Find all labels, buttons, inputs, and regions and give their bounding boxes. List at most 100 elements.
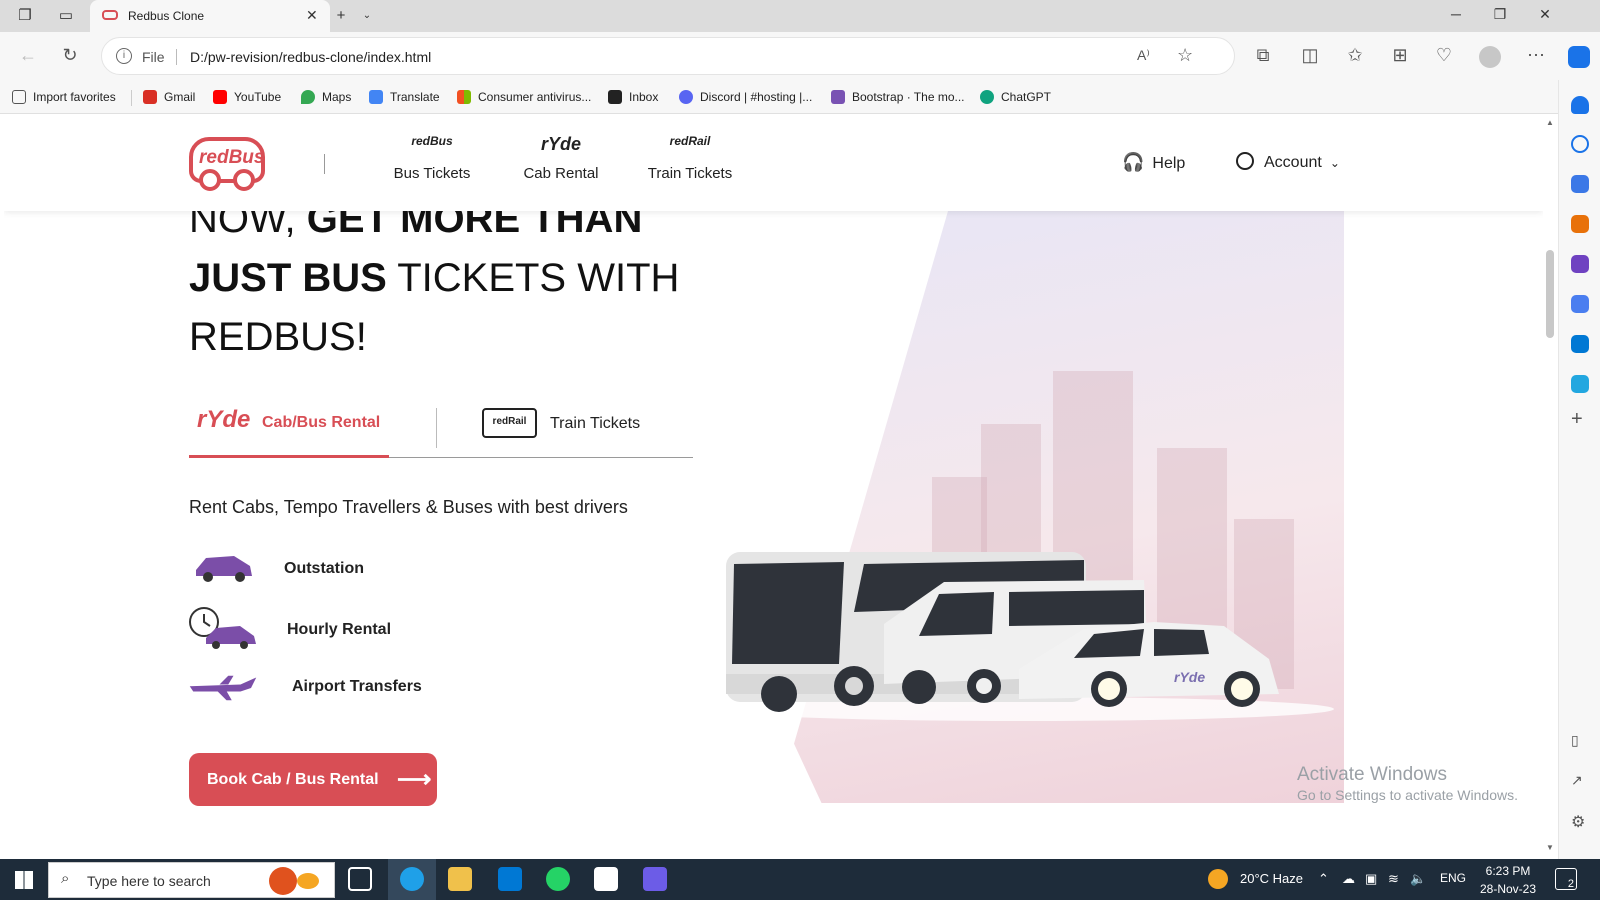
app-icon[interactable] bbox=[643, 867, 667, 891]
add-sidebar-app-icon[interactable]: + bbox=[1571, 408, 1583, 431]
shopping-icon[interactable] bbox=[1571, 175, 1589, 193]
read-aloud-icon[interactable]: A⁾ bbox=[1137, 47, 1150, 64]
option-hourly-rental[interactable]: Hourly Rental bbox=[287, 621, 391, 639]
help-label: Help bbox=[1152, 155, 1186, 172]
car-icon bbox=[196, 556, 252, 582]
notifications-icon[interactable] bbox=[1571, 96, 1589, 114]
tab-divider bbox=[436, 408, 437, 448]
workspaces-icon[interactable]: ❐ bbox=[16, 7, 34, 25]
nav-label: Bus Tickets bbox=[393, 165, 471, 182]
sidebar-settings-icon[interactable]: ⚙ bbox=[1571, 812, 1585, 832]
nav-bus-tickets[interactable]: redBus Bus Tickets bbox=[387, 134, 477, 182]
outlook-icon[interactable] bbox=[1571, 335, 1589, 353]
new-tab-icon[interactable]: + bbox=[332, 7, 350, 25]
browser-tab[interactable]: Redbus Clone ✕ bbox=[90, 0, 330, 32]
bookmark-discord[interactable]: Discord | #hosting |... bbox=[679, 88, 812, 106]
search-icon[interactable] bbox=[1571, 135, 1589, 153]
sidebar-layout-icon[interactable]: ▯ bbox=[1571, 732, 1579, 749]
scroll-up-icon[interactable]: ▲ bbox=[1546, 118, 1554, 127]
inbox-icon bbox=[608, 90, 622, 104]
info-icon[interactable]: i bbox=[116, 48, 132, 64]
copilot-icon[interactable] bbox=[1568, 46, 1590, 68]
bookmark-chatgpt[interactable]: ChatGPT bbox=[980, 88, 1051, 106]
microsoft-store-icon[interactable] bbox=[594, 867, 618, 891]
notification-center-icon[interactable]: 2 bbox=[1555, 868, 1577, 890]
split-screen-icon[interactable]: ◫ bbox=[1298, 45, 1322, 66]
device-icon[interactable]: ▣ bbox=[1365, 871, 1377, 887]
redbus-nav-icon: redBus bbox=[411, 134, 453, 148]
url-text[interactable]: D:/pw-revision/redbus-clone/index.html bbox=[190, 49, 431, 65]
bookmark-consumer-antivirus[interactable]: Consumer antivirus... bbox=[457, 88, 591, 106]
bookmark-translate[interactable]: Translate bbox=[369, 88, 440, 106]
show-hidden-icons[interactable]: ⌃ bbox=[1318, 871, 1329, 887]
tab-close-icon[interactable]: ✕ bbox=[306, 7, 318, 24]
volume-icon[interactable]: 🔈 bbox=[1410, 871, 1426, 887]
close-window-icon[interactable]: ✕ bbox=[1535, 6, 1555, 23]
onedrive-icon[interactable]: ☁ bbox=[1342, 871, 1355, 887]
address-bar[interactable]: i File D:/pw-revision/redbus-clone/index… bbox=[101, 37, 1235, 75]
scroll-down-icon[interactable]: ▼ bbox=[1546, 843, 1554, 852]
whatsapp-icon[interactable] bbox=[546, 867, 570, 891]
tab-train-tickets[interactable] bbox=[389, 396, 693, 458]
bookmark-inbox[interactable]: Inbox bbox=[608, 88, 658, 106]
redrail-logo-icon: redRail bbox=[482, 408, 537, 438]
weather-text[interactable]: 20°C Haze bbox=[1240, 871, 1303, 886]
language-indicator[interactable]: ENG bbox=[1440, 871, 1466, 885]
bookmark-label: Import favorites bbox=[33, 90, 116, 104]
task-view-icon[interactable] bbox=[348, 867, 372, 891]
bookmark-label: YouTube bbox=[234, 90, 282, 104]
external-link-icon[interactable]: ↗ bbox=[1571, 772, 1583, 789]
page-viewport: rYde redBus redBus Bus Tickets rYde Cab … bbox=[4, 114, 1543, 859]
extensions-icon[interactable]: ⧉ bbox=[1251, 45, 1275, 66]
hero-title: NOW, GET MORE THAN JUST BUS TICKETS WITH… bbox=[189, 190, 709, 367]
browser-essentials-icon[interactable]: ♡ bbox=[1432, 45, 1456, 66]
bookmark-maps[interactable]: Maps bbox=[301, 88, 351, 106]
activate-windows-title: Activate Windows bbox=[1297, 764, 1447, 785]
tab-actions-icon[interactable]: ▭ bbox=[57, 7, 75, 25]
tab-list-chevron-icon[interactable]: ⌄ bbox=[358, 7, 376, 25]
collections-icon[interactable]: ⊞ bbox=[1388, 45, 1412, 66]
clock[interactable]: 6:23 PM 28-Nov-23 bbox=[1478, 862, 1538, 898]
bookmark-bootstrap[interactable]: Bootstrap · The mo... bbox=[831, 88, 965, 106]
page-scrollbar[interactable] bbox=[1543, 114, 1558, 859]
refresh-icon[interactable]: ↻ bbox=[58, 45, 82, 66]
microsoft-icon bbox=[457, 90, 471, 104]
games-icon[interactable] bbox=[1571, 255, 1589, 273]
taskbar-search-box[interactable]: ⌕ Type here to search bbox=[48, 862, 335, 898]
file-explorer-icon[interactable] bbox=[448, 867, 472, 891]
edge-icon bbox=[400, 867, 424, 891]
redrail-nav-icon: redRail bbox=[669, 134, 711, 148]
taskbar-edge-active[interactable] bbox=[388, 859, 436, 900]
account-dropdown[interactable]: Account ⌄ bbox=[1236, 152, 1340, 172]
scrollbar-thumb[interactable] bbox=[1546, 250, 1554, 338]
bookmark-label: Consumer antivirus... bbox=[478, 90, 592, 104]
microsoft-365-icon[interactable] bbox=[1571, 295, 1589, 313]
bookmark-youtube[interactable]: YouTube bbox=[213, 88, 281, 106]
edge-sidebar: + ▯ ↗ ⚙ bbox=[1558, 80, 1600, 859]
book-cab-bus-rental-button[interactable]: Book Cab / Bus Rental ⟶ bbox=[189, 753, 437, 806]
option-airport-transfers[interactable]: Airport Transfers bbox=[292, 678, 422, 696]
tab-title: Redbus Clone bbox=[128, 9, 205, 23]
minimize-icon[interactable]: ─ bbox=[1446, 6, 1466, 22]
weather-icon[interactable] bbox=[1208, 869, 1228, 889]
windows-start-icon[interactable] bbox=[15, 871, 33, 889]
settings-more-icon[interactable]: ⋯ bbox=[1524, 45, 1548, 66]
help-link[interactable]: 🎧 Help bbox=[1122, 152, 1185, 173]
tools-icon[interactable] bbox=[1571, 215, 1589, 233]
bookmark-import-favorites[interactable]: Import favorites bbox=[12, 88, 116, 106]
redbus-logo[interactable]: redBus bbox=[189, 137, 265, 191]
clock-car-icon bbox=[189, 607, 256, 649]
nav-cab-rental[interactable]: rYde Cab Rental bbox=[516, 134, 606, 182]
restore-icon[interactable]: ❐ bbox=[1490, 6, 1510, 23]
nav-train-tickets[interactable]: redRail Train Tickets bbox=[640, 134, 740, 182]
back-icon[interactable]: ← bbox=[16, 45, 40, 66]
drop-icon[interactable] bbox=[1571, 375, 1589, 393]
outlook-taskbar-icon[interactable] bbox=[498, 867, 522, 891]
option-outstation[interactable]: Outstation bbox=[284, 560, 364, 578]
favorites-icon[interactable]: ✩ bbox=[1343, 45, 1367, 66]
wifi-icon[interactable]: ≋ bbox=[1388, 871, 1399, 887]
favorite-star-icon[interactable]: ☆ bbox=[1177, 45, 1193, 66]
bookmark-label: Bootstrap · The mo... bbox=[852, 90, 965, 104]
bookmark-gmail[interactable]: Gmail bbox=[143, 88, 195, 106]
profile-avatar[interactable] bbox=[1479, 46, 1501, 68]
